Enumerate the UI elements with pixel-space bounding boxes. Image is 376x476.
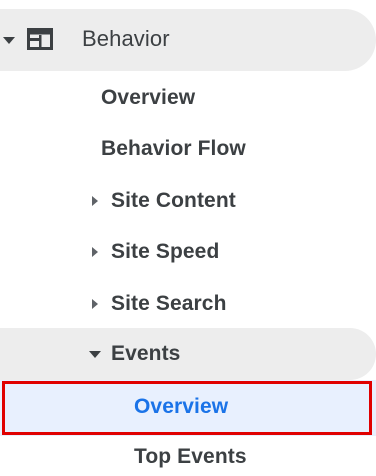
behavior-layout-icon	[27, 28, 53, 50]
sidebar-item-label: Events	[111, 342, 181, 365]
caret-right-icon	[92, 299, 98, 309]
sidebar-subitem-label: Top Events	[134, 445, 247, 468]
sidebar-section-behavior[interactable]: Behavior	[0, 9, 376, 71]
sidebar-item-site-content[interactable]: Site Content	[0, 175, 376, 227]
caret-right-icon	[92, 196, 98, 206]
sidebar-subitem-top-events[interactable]: Top Events	[0, 434, 376, 476]
sidebar-item-events[interactable]: Events	[0, 328, 376, 380]
sidebar-subitem-label: Overview	[134, 395, 229, 418]
sidebar-item-site-speed[interactable]: Site Speed	[0, 226, 376, 278]
sidebar-item-label: Site Search	[111, 292, 227, 315]
sidebar-item-label: Site Content	[111, 189, 236, 212]
caret-down-icon	[89, 351, 101, 358]
sidebar-subitem-events-overview[interactable]: Overview	[0, 380, 376, 436]
caret-right-icon	[92, 247, 98, 257]
sidebar-item-behavior-flow[interactable]: Behavior Flow	[0, 123, 376, 175]
sidebar-section-label: Behavior	[82, 26, 170, 51]
sidebar-nav: Behavior Overview Behavior Flow Site Con…	[0, 0, 376, 476]
caret-down-icon	[3, 37, 15, 44]
sidebar-item-label: Overview	[101, 86, 196, 109]
sidebar-item-label: Behavior Flow	[101, 137, 246, 160]
sidebar-item-label: Site Speed	[111, 240, 220, 263]
sidebar-item-site-search[interactable]: Site Search	[0, 278, 376, 330]
sidebar-item-overview[interactable]: Overview	[0, 72, 376, 124]
